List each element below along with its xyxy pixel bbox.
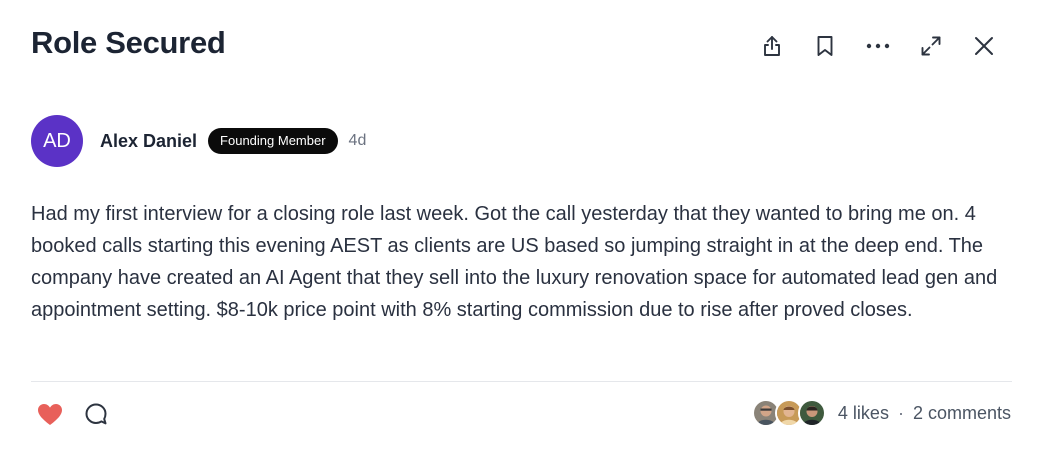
separator: · [897,402,904,423]
expand-button[interactable] [904,28,957,64]
post-stats: 4 likes · 2 comments [751,399,1011,427]
post-actions [36,400,110,428]
close-button[interactable] [957,28,1010,64]
member-badge: Founding Member [208,128,338,154]
post-toolbar [745,28,1010,64]
post-title: Role Secured [31,25,226,60]
post-body: Had my first interview for a closing rol… [31,203,998,321]
close-icon [974,37,993,55]
share-icon [763,36,780,56]
like-button[interactable] [36,400,64,428]
comments-count[interactable]: 2 comments [913,403,1011,424]
liker-avatars[interactable] [751,399,826,427]
avatar[interactable]: AD [31,115,83,167]
bookmark-button[interactable] [798,28,851,64]
post-time: 4d [348,132,367,149]
post-author: AD Alex Daniel Founding Member 4d [31,115,366,167]
divider [31,381,1012,382]
likes-count[interactable]: 4 likes [838,403,889,424]
comment-icon [85,403,107,425]
avatar [797,399,826,427]
avatar-initials: AD [43,129,71,152]
expand-icon [921,36,940,56]
comment-button[interactable] [82,400,110,428]
bookmark-icon [817,36,832,56]
author-name[interactable]: Alex Daniel [100,131,197,152]
more-icon [866,43,889,49]
heart-icon [38,403,62,425]
share-button[interactable] [745,28,798,64]
more-options-button[interactable] [851,28,904,64]
